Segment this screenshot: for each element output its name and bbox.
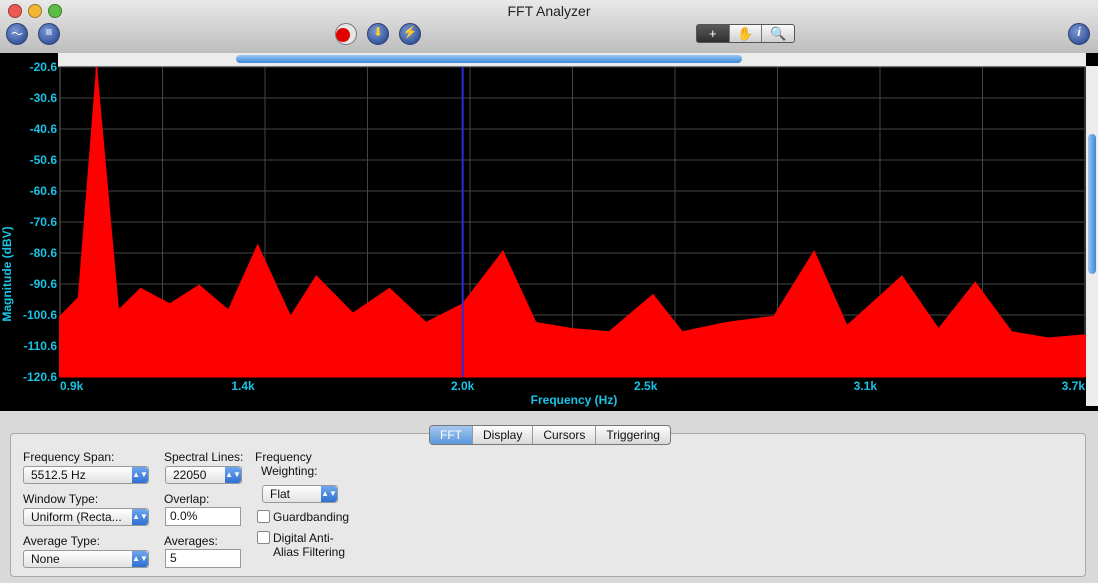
averages-field[interactable]: 5	[165, 549, 241, 568]
overlap-field[interactable]: 0.0%	[165, 507, 241, 526]
tab-cursors[interactable]: Cursors	[533, 426, 597, 444]
window-type-select[interactable]: Uniform (Recta... ▲▼	[23, 508, 149, 526]
frequency-span-value: 5512.5 Hz	[31, 468, 86, 482]
settings-tabs: FFT Display Cursors Triggering	[429, 425, 671, 445]
spectral-lines-label: Spectral Lines:	[164, 450, 244, 464]
y-tick-label-8: -100.6	[23, 308, 57, 322]
y-tick-label-7: -90.6	[30, 277, 58, 291]
y-tick-label-0: -20.6	[30, 60, 58, 74]
tab-triggering[interactable]: Triggering	[596, 426, 670, 444]
averages-label: Averages:	[164, 534, 218, 548]
y-axis-label: Magnitude (dBV)	[0, 226, 14, 321]
y-tick-label-1: -30.6	[30, 91, 58, 105]
info-button[interactable]: i	[1068, 23, 1090, 45]
average-type-value: None	[31, 552, 60, 566]
overlap-label: Overlap:	[164, 492, 210, 506]
y-tick-label-4: -60.6	[30, 184, 58, 198]
vertical-scroll-thumb[interactable]	[1088, 134, 1096, 274]
y-tick-labels: -20.6 -30.6 -40.6 -50.6 -60.6 -70.6 -80.6 -90.6…	[23, 60, 57, 384]
record-button[interactable]	[335, 23, 357, 45]
tab-display[interactable]: Display	[473, 426, 534, 444]
y-tick-label-9: -110.6	[24, 339, 58, 353]
settings-button[interactable]: ≡	[38, 23, 60, 45]
window-type-value: Uniform (Recta...	[31, 510, 122, 524]
info-icon: i	[1077, 25, 1081, 39]
crosshair-mode-button[interactable]: +	[697, 25, 730, 42]
settings-icon: ≡	[45, 25, 53, 39]
y-tick-label-10: -120.6	[23, 370, 57, 384]
spectral-lines-select[interactable]: 22050 ▲▼	[165, 466, 242, 484]
frequency-weighting-select[interactable]: Flat ▲▼	[262, 485, 338, 503]
x-tick-label-0: 0.9k	[60, 379, 84, 393]
zoom-mode-button[interactable]: 🔍	[762, 25, 794, 42]
fft-chart[interactable]: -20.6 -30.6 -40.6 -50.6 -60.6 -70.6 -80.6 -90.6…	[0, 53, 1098, 411]
x-axis-label: Frequency (Hz)	[531, 393, 618, 407]
digital-anti-alias-label-1: Digital Anti-	[273, 531, 334, 545]
title-bar: FFT Analyzer 〜 ≡ ⬇ ⚡ + ✋ 🔍 i	[0, 0, 1098, 54]
average-type-select[interactable]: None ▲▼	[23, 550, 149, 568]
x-tick-label-2: 2.0k	[451, 379, 475, 393]
tab-fft[interactable]: FFT	[430, 426, 473, 444]
window-type-label: Window Type:	[23, 492, 99, 506]
lightning-button[interactable]: ⚡	[399, 23, 421, 45]
pan-mode-button[interactable]: ✋	[730, 25, 763, 42]
waveform-view-button[interactable]: 〜	[6, 23, 28, 45]
digital-anti-alias-label-2: Alias Filtering	[273, 545, 346, 559]
y-tick-label-3: -50.6	[30, 153, 58, 167]
chevron-updown-icon: ▲▼	[225, 467, 241, 483]
frequency-span-select[interactable]: 5512.5 Hz ▲▼	[23, 466, 149, 484]
chevron-updown-icon: ▲▼	[132, 551, 148, 567]
chevron-updown-icon: ▲▼	[132, 467, 148, 483]
guardbanding-checkbox[interactable]	[257, 510, 270, 523]
mouse-mode-segment: + ✋ 🔍	[696, 24, 795, 43]
y-tick-label-6: -80.6	[30, 246, 58, 260]
guardbanding-label: Guardbanding	[273, 510, 350, 524]
window-title: FFT Analyzer	[507, 3, 591, 19]
download-icon: ⬇	[372, 25, 384, 39]
lightning-icon: ⚡	[402, 25, 418, 39]
average-type-label: Average Type:	[23, 534, 100, 548]
waveform-icon: 〜	[10, 27, 23, 41]
x-tick-label-5: 3.7k	[1062, 379, 1086, 393]
frequency-span-label: Frequency Span:	[23, 450, 115, 464]
digital-anti-alias-checkbox[interactable]	[257, 531, 270, 544]
download-button[interactable]: ⬇	[367, 23, 389, 45]
frequency-weighting-label-1: Frequency	[255, 450, 312, 464]
chevron-updown-icon: ▲▼	[321, 486, 337, 502]
y-tick-label-2: -40.6	[30, 122, 58, 136]
x-tick-label-1: 1.4k	[231, 379, 255, 393]
x-tick-labels: 0.9k 1.4k 2.0k 2.5k 3.1k 3.7k	[60, 379, 1085, 393]
frequency-weighting-value: Flat	[270, 487, 291, 501]
frequency-weighting-label-2: Weighting:	[261, 464, 318, 478]
spectral-lines-value: 22050	[173, 468, 207, 482]
x-tick-label-3: 2.5k	[634, 379, 658, 393]
y-tick-label-5: -70.6	[30, 215, 58, 229]
x-tick-label-4: 3.1k	[854, 379, 878, 393]
vertical-scrollbar[interactable]	[1086, 66, 1098, 406]
chevron-updown-icon: ▲▼	[132, 509, 148, 525]
